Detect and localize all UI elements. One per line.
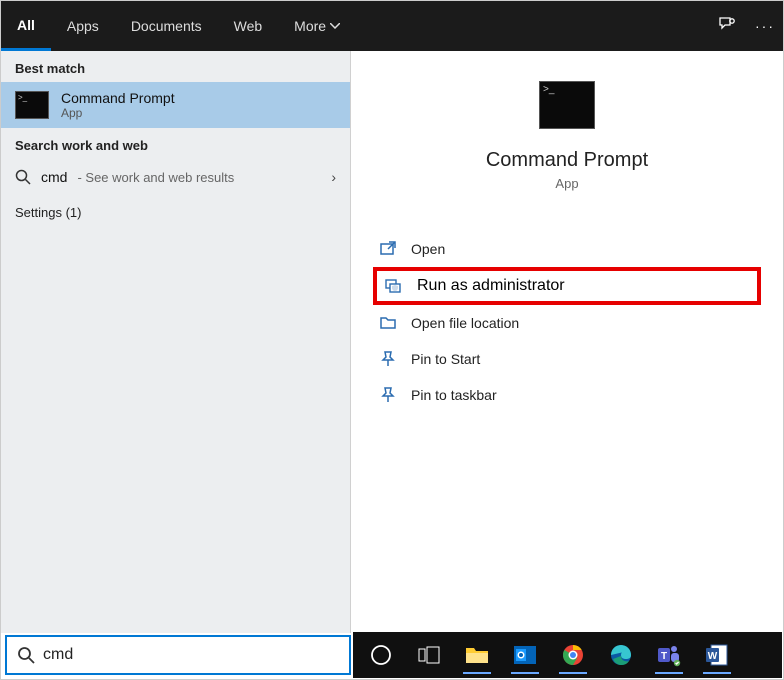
settings-result[interactable]: Settings (1) (1, 195, 350, 230)
taskbar-file-explorer[interactable] (455, 635, 499, 675)
taskbar-cortana[interactable] (359, 635, 403, 675)
tab-web[interactable]: Web (218, 1, 279, 51)
action-pin-to-taskbar[interactable]: Pin to taskbar (351, 377, 783, 413)
tab-documents[interactable]: Documents (115, 1, 218, 51)
feedback-icon[interactable] (717, 15, 737, 38)
cortana-icon (370, 644, 392, 666)
action-pin-to-start[interactable]: Pin to Start (351, 341, 783, 377)
result-command-prompt[interactable]: Command Prompt App (1, 82, 350, 128)
teams-icon: T (657, 643, 681, 667)
search-icon (15, 169, 31, 185)
pin-icon (379, 386, 397, 404)
result-title: Command Prompt (61, 90, 175, 106)
web-result-term: cmd (41, 169, 67, 185)
svg-text:T: T (661, 651, 667, 662)
web-result-hint: - See work and web results (77, 170, 234, 185)
cmd-icon (539, 81, 595, 129)
preview-subtype: App (555, 176, 578, 191)
preview-pane: Command Prompt App Open Run as administr… (351, 51, 783, 633)
preview-title: Command Prompt (486, 149, 648, 172)
tab-apps[interactable]: Apps (51, 1, 115, 51)
folder-icon (379, 314, 397, 332)
best-match-header: Best match (1, 51, 350, 82)
taskbar-teams[interactable]: T (647, 635, 691, 675)
tab-more-label: More (294, 18, 326, 34)
taskbar-chrome[interactable] (551, 635, 595, 675)
search-work-web-header: Search work and web (1, 128, 350, 159)
search-icon (17, 646, 35, 664)
taskbar-task-view[interactable] (407, 635, 451, 675)
taskbar-word[interactable]: W (695, 635, 739, 675)
action-pin-taskbar-label: Pin to taskbar (411, 387, 497, 403)
open-icon (379, 240, 397, 258)
tab-more[interactable]: More (278, 1, 356, 51)
admin-shield-icon (385, 277, 403, 295)
taskbar-edge[interactable] (599, 635, 643, 675)
tab-all[interactable]: All (1, 1, 51, 51)
folder-icon (465, 645, 489, 665)
web-result-cmd[interactable]: cmd - See work and web results › (1, 159, 350, 195)
taskbar-outlook[interactable] (503, 635, 547, 675)
action-open-file-location[interactable]: Open file location (351, 305, 783, 341)
taskbar: T W (353, 632, 782, 678)
action-open-label: Open (411, 241, 445, 257)
pin-icon (379, 350, 397, 368)
result-subtype: App (61, 106, 175, 120)
chrome-icon (562, 644, 584, 666)
cmd-icon (15, 91, 49, 119)
search-box[interactable] (5, 635, 351, 675)
action-run-as-administrator[interactable]: Run as administrator (373, 267, 761, 305)
action-pin-start-label: Pin to Start (411, 351, 480, 367)
results-pane: Best match Command Prompt App Search wor… (1, 51, 351, 633)
chevron-down-icon (330, 23, 340, 29)
word-icon: W (705, 643, 729, 667)
search-tabs: All Apps Documents Web More ··· (1, 1, 783, 51)
outlook-icon (513, 643, 537, 667)
more-options-icon[interactable]: ··· (755, 18, 775, 34)
search-input[interactable] (43, 646, 339, 664)
action-open[interactable]: Open (351, 231, 783, 267)
svg-text:W: W (708, 651, 718, 662)
action-open-location-label: Open file location (411, 315, 519, 331)
edge-icon (610, 644, 632, 666)
action-run-admin-label: Run as administrator (417, 277, 565, 295)
chevron-right-icon: › (331, 169, 336, 185)
task-view-icon (418, 646, 440, 664)
